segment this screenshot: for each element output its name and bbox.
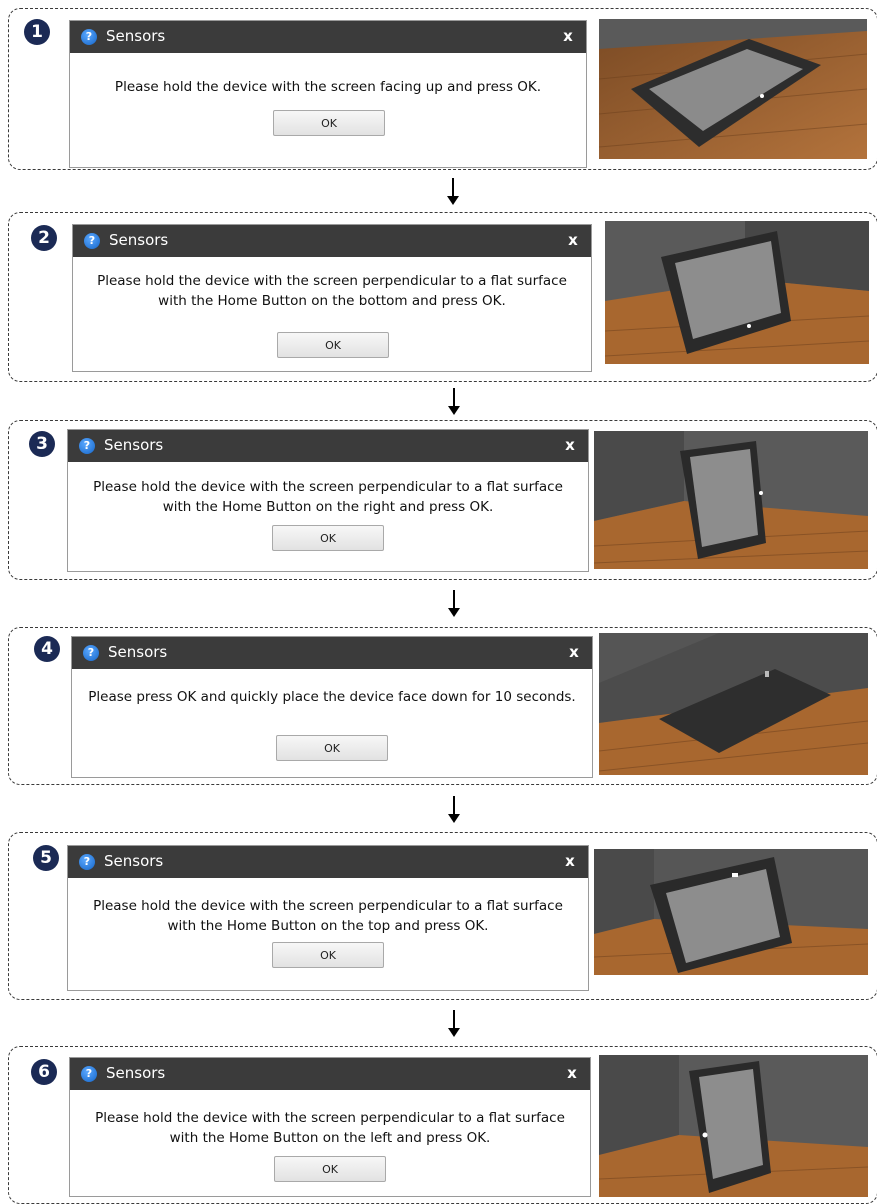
- ok-button[interactable]: OK: [274, 1156, 386, 1182]
- close-icon[interactable]: x: [560, 434, 580, 456]
- dialog-title: Sensors: [109, 231, 169, 249]
- ok-button[interactable]: OK: [273, 110, 385, 136]
- dialog-title: Sensors: [104, 852, 164, 870]
- close-icon[interactable]: x: [564, 641, 584, 663]
- step-4-panel: 4 ? Sensors x Please press OK and quickl…: [8, 627, 877, 785]
- dialog-message: Please hold the device with the screen f…: [114, 79, 542, 95]
- step-5-tablet-image: [594, 849, 868, 975]
- dialog-titlebar: ? Sensors x: [70, 21, 586, 53]
- dialog-title: Sensors: [106, 27, 166, 45]
- question-mark-icon: ?: [79, 854, 95, 870]
- step-6-tablet-image: [599, 1055, 868, 1197]
- step-5-number-badge: 5: [33, 845, 59, 871]
- dialog-title: Sensors: [104, 436, 164, 454]
- dialog-message: Please hold the device with the screen p…: [97, 273, 567, 309]
- step-6-sensors-dialog: ? Sensors x Please hold the device with …: [69, 1057, 591, 1197]
- step-3-sensors-dialog: ? Sensors x Please hold the device with …: [67, 429, 589, 572]
- step-1-number-badge: 1: [24, 19, 50, 45]
- question-mark-icon: ?: [79, 438, 95, 454]
- close-icon[interactable]: x: [560, 850, 580, 872]
- arrow-down-icon: [444, 796, 464, 828]
- step-3-panel: 3 ? Sensors x Please hold the device wit…: [8, 420, 877, 580]
- step-1-sensors-dialog: ? Sensors x Please hold the device with …: [69, 20, 587, 168]
- question-mark-icon: ?: [81, 1066, 97, 1082]
- dialog-title: Sensors: [106, 1064, 166, 1082]
- dialog-titlebar: ? Sensors x: [70, 1058, 590, 1090]
- step-5-panel: 5 ? Sensors x Please hold the device wit…: [8, 832, 877, 1000]
- step-5-sensors-dialog: ? Sensors x Please hold the device with …: [67, 845, 589, 991]
- step-6-panel: 6 ? Sensors x Please hold the device wit…: [8, 1046, 877, 1204]
- dialog-message: Please hold the device with the screen p…: [93, 898, 563, 934]
- dialog-titlebar: ? Sensors x: [68, 846, 588, 878]
- close-icon[interactable]: x: [558, 25, 578, 47]
- arrow-down-icon: [444, 1010, 464, 1042]
- dialog-title: Sensors: [108, 643, 168, 661]
- close-icon[interactable]: x: [562, 1062, 582, 1084]
- step-2-tablet-image: [605, 221, 869, 364]
- step-2-number-badge: 2: [31, 225, 57, 251]
- ok-button[interactable]: OK: [277, 332, 389, 358]
- ok-button[interactable]: OK: [276, 735, 388, 761]
- step-2-panel: 2 ? Sensors x Please hold the device wit…: [8, 212, 877, 382]
- step-3-number-badge: 3: [29, 431, 55, 457]
- dialog-titlebar: ? Sensors x: [73, 225, 591, 257]
- question-mark-icon: ?: [84, 233, 100, 249]
- dialog-message: Please hold the device with the screen p…: [95, 1110, 565, 1146]
- step-4-number-badge: 4: [34, 636, 60, 662]
- dialog-titlebar: ? Sensors x: [72, 637, 592, 669]
- close-icon[interactable]: x: [563, 229, 583, 251]
- dialog-message: Please press OK and quickly place the de…: [88, 689, 576, 705]
- step-6-number-badge: 6: [31, 1059, 57, 1085]
- arrow-down-icon: [443, 178, 463, 210]
- question-mark-icon: ?: [83, 645, 99, 661]
- step-4-tablet-image: [599, 633, 868, 775]
- ok-button[interactable]: OK: [272, 942, 384, 968]
- step-4-sensors-dialog: ? Sensors x Please press OK and quickly …: [71, 636, 593, 778]
- step-2-sensors-dialog: ? Sensors x Please hold the device with …: [72, 224, 592, 372]
- dialog-message: Please hold the device with the screen p…: [93, 479, 563, 515]
- dialog-titlebar: ? Sensors x: [68, 430, 588, 462]
- step-1-panel: 1 ? Sensors x Please hold the device wit…: [8, 8, 877, 170]
- arrow-down-icon: [444, 590, 464, 622]
- step-1-tablet-image: [599, 19, 867, 159]
- ok-button[interactable]: OK: [272, 525, 384, 551]
- question-mark-icon: ?: [81, 29, 97, 45]
- arrow-down-icon: [444, 388, 464, 420]
- step-3-tablet-image: [594, 431, 868, 569]
